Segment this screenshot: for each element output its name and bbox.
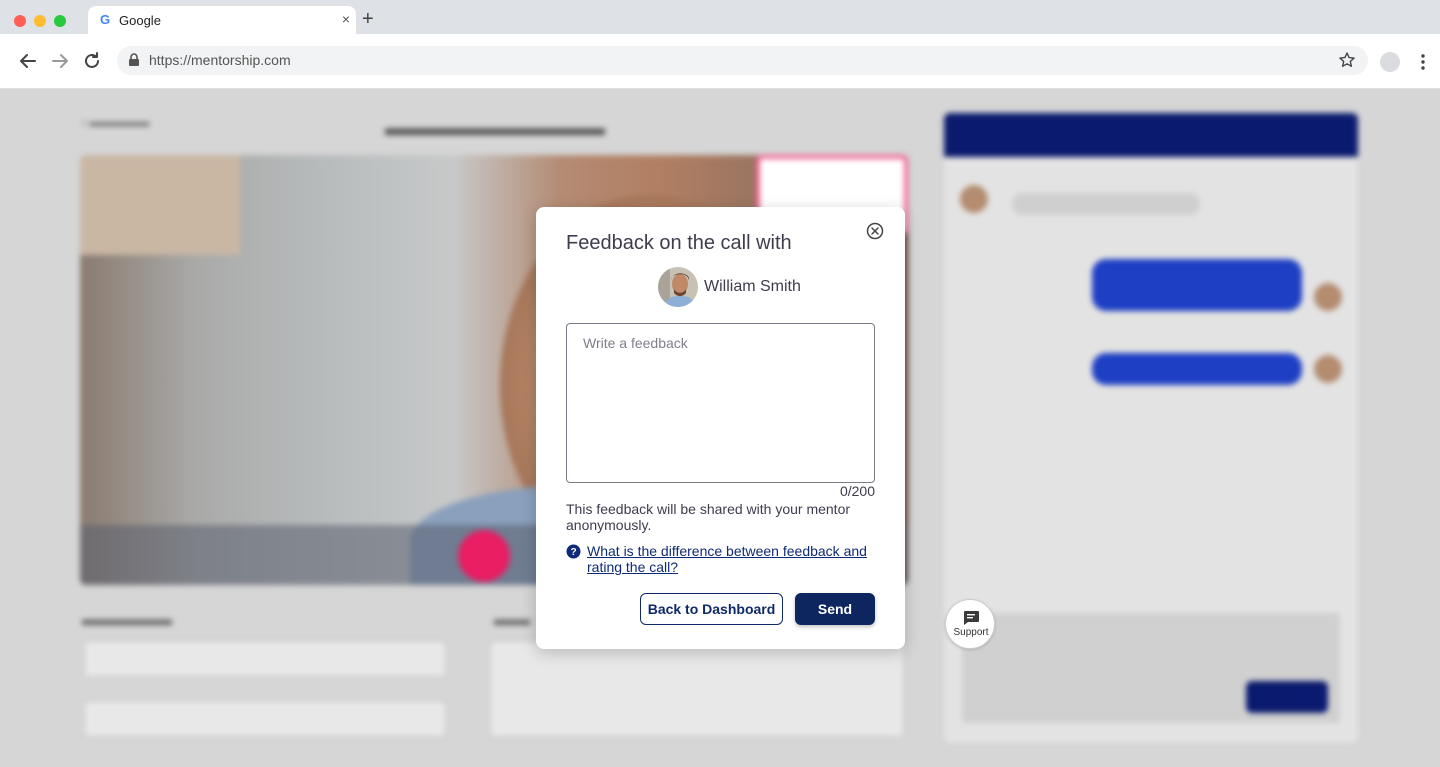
chat-bubble-icon bbox=[964, 611, 979, 625]
notes-heading: ▬▬ bbox=[494, 609, 530, 629]
kebab-menu-icon[interactable] bbox=[1414, 51, 1432, 73]
star-icon[interactable] bbox=[1338, 51, 1356, 69]
minimize-window-button[interactable] bbox=[34, 15, 46, 27]
maximize-window-button[interactable] bbox=[54, 15, 66, 27]
lock-icon bbox=[129, 53, 139, 66]
mentor-name: William Smith bbox=[704, 278, 801, 295]
google-favicon-icon: G bbox=[99, 12, 111, 27]
goal-item bbox=[84, 701, 446, 737]
chat-avatar bbox=[960, 185, 988, 213]
chat-bubble-incoming bbox=[1012, 193, 1200, 215]
feedback-textarea[interactable] bbox=[566, 323, 875, 483]
chat-bubble-outgoing bbox=[1092, 259, 1302, 311]
back-arrow-icon[interactable] bbox=[17, 50, 39, 72]
feedback-vs-rating-link[interactable]: What is the difference between feedback … bbox=[587, 543, 887, 575]
url-text: https://mentorship.com bbox=[149, 52, 291, 68]
tab-title: Google bbox=[119, 13, 161, 28]
new-tab-button[interactable]: + bbox=[362, 8, 374, 30]
browser-tab-bar: G Google × + bbox=[0, 0, 1440, 34]
reload-icon[interactable] bbox=[81, 50, 103, 72]
chat-avatar bbox=[1314, 355, 1342, 383]
modal-title: Feedback on the call with bbox=[566, 232, 792, 254]
self-view-video bbox=[80, 155, 240, 255]
mentor-avatar bbox=[658, 267, 698, 307]
support-button[interactable]: Support bbox=[945, 599, 995, 649]
tab-close-icon[interactable]: × bbox=[342, 11, 350, 27]
browser-toolbar: https://mentorship.com bbox=[0, 34, 1440, 89]
address-bar[interactable]: https://mentorship.com bbox=[117, 46, 1368, 75]
help-icon: ? bbox=[566, 544, 581, 559]
profile-icon[interactable] bbox=[1380, 52, 1400, 72]
anonymity-note: This feedback will be shared with your m… bbox=[566, 501, 851, 533]
feedback-modal: Feedback on the call with William Smith … bbox=[536, 207, 905, 649]
call-page-title: ▬▬▬▬▬▬▬▬▬▬ bbox=[385, 115, 605, 140]
chat-bubble-outgoing bbox=[1092, 353, 1302, 385]
chat-send-button bbox=[1246, 681, 1328, 713]
send-button[interactable]: Send bbox=[795, 593, 875, 625]
browser-tab[interactable]: G Google × bbox=[88, 6, 356, 34]
forward-arrow-icon[interactable] bbox=[49, 50, 71, 72]
chat-header bbox=[944, 113, 1358, 157]
goal-item bbox=[84, 641, 446, 677]
mentor-photo-icon bbox=[658, 267, 698, 307]
notes-box bbox=[490, 641, 904, 737]
close-window-button[interactable] bbox=[14, 15, 26, 27]
svg-text:?: ? bbox=[570, 547, 576, 558]
close-icon[interactable] bbox=[866, 222, 884, 240]
chat-panel bbox=[944, 113, 1358, 743]
chat-avatar bbox=[1314, 283, 1342, 311]
character-counter: 0/200 bbox=[839, 483, 875, 499]
goal-heading: ▬▬▬▬▬ bbox=[82, 609, 172, 629]
end-call-button bbox=[458, 530, 510, 582]
back-to-home-link: ‹ ▬▬▬▬▬ bbox=[82, 115, 150, 129]
back-to-dashboard-button[interactable]: Back to Dashboard bbox=[640, 593, 783, 625]
support-label: Support bbox=[953, 627, 989, 638]
